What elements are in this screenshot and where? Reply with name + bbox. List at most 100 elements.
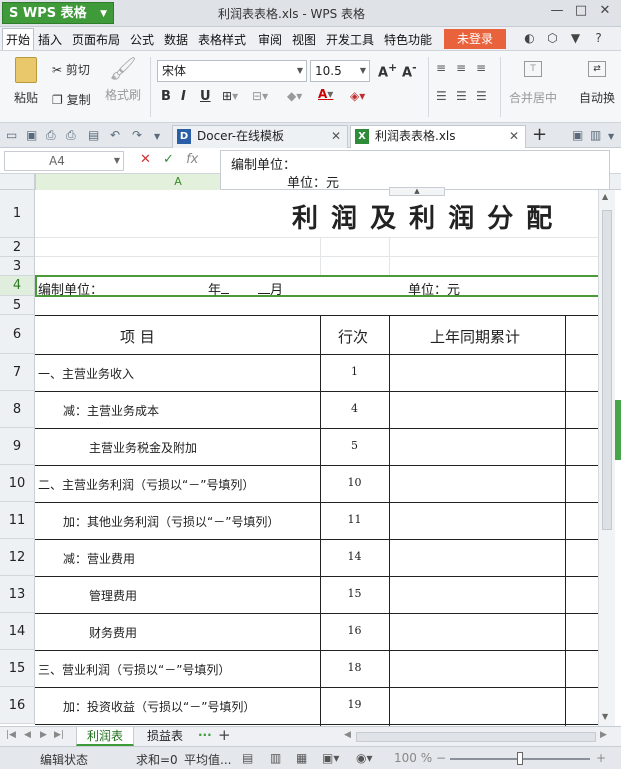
align-center-button[interactable]: ☰ [456,89,467,103]
chevron-down-icon[interactable]: ▼ [608,132,614,141]
redo-icon[interactable]: ↷ [132,128,142,142]
shirt-icon[interactable]: ▼ [564,31,587,45]
print-preview-icon[interactable]: ⎙ [46,128,56,143]
zoom-out-icon[interactable]: − [436,751,446,765]
sheet-tab-income[interactable]: 损益表 [136,727,194,746]
zoom-slider-handle[interactable] [517,752,523,765]
name-box[interactable]: A4 ▼ [4,151,124,171]
row-header-14[interactable]: 14 [0,613,35,650]
select-all-corner[interactable] [0,174,35,190]
bold-button[interactable]: B [161,89,171,104]
hscroll-left-icon[interactable]: ◀ [344,730,351,740]
italic-button[interactable]: I [181,89,186,104]
row-header-15[interactable]: 15 [0,650,35,687]
side-panel-toggle[interactable] [615,400,621,460]
row-header-9[interactable]: 9 [0,428,35,465]
hscroll-right-icon[interactable]: ▶ [600,730,607,740]
zoom-in-icon[interactable]: + [596,751,606,765]
row-header-6[interactable]: 6 [0,315,35,354]
first-sheet-icon[interactable]: |◀ [6,730,16,740]
row-header-5[interactable]: 5 [0,296,35,315]
tab-features[interactable]: 特色功能 [384,31,432,48]
tab-page-layout[interactable]: 页面布局 [72,31,120,48]
skin-icon[interactable]: ◐ [518,31,541,45]
question-icon[interactable]: ? [587,31,610,45]
row-header-1[interactable]: 1 [0,190,35,238]
row-header-8[interactable]: 8 [0,391,35,428]
close-button[interactable]: ✕ [593,3,617,18]
fill-color-button[interactable]: ◆▾ [287,89,302,103]
copy-button[interactable]: ❐ 复制 [52,91,91,108]
row-header-3[interactable]: 3 [0,257,35,276]
list-icon[interactable]: ▥ [590,128,601,142]
eye-protect-icon[interactable]: ◉▾ [356,751,373,765]
clear-format-button[interactable]: ◈▾ [350,89,365,103]
maximize-button[interactable]: □ [569,3,593,18]
page-break-icon[interactable]: ▦ [296,751,307,765]
read-mode-icon[interactable]: ▣▾ [322,751,339,765]
new-tab-icon[interactable]: + [532,124,547,145]
tab-table-style[interactable]: 表格样式 [198,31,246,48]
undo-icon[interactable]: ↶ [110,128,120,142]
tab-review[interactable]: 审阅 [258,31,282,48]
page-layout-icon[interactable]: ▥ [270,751,281,765]
tab-view[interactable]: 视图 [292,31,316,48]
font-size-select[interactable]: 10.5 ▼ [310,60,370,82]
row-header-10[interactable]: 10 [0,465,35,502]
save-icon[interactable]: ▣ [26,128,37,142]
row-header-16[interactable]: 16 [0,687,35,724]
shrink-font-button[interactable]: A- [402,61,417,80]
font-color-button[interactable]: A▾ [318,87,333,101]
close-icon[interactable]: ✕ [509,126,519,147]
tab-insert[interactable]: 插入 [38,31,62,48]
selected-row-4[interactable] [35,275,598,297]
underline-button[interactable]: U [200,89,211,104]
cut-button[interactable]: ✂ 剪切 [52,61,90,78]
more-sheets-icon[interactable]: ··· [198,728,212,742]
tab-data[interactable]: 数据 [164,31,188,48]
row-header-13[interactable]: 13 [0,576,35,613]
cancel-icon[interactable]: ✕ [140,152,151,167]
align-right-button[interactable]: ☰ [476,89,487,103]
export-pdf-icon[interactable]: ▤ [88,128,99,142]
tab-current-workbook[interactable]: X 利润表表格.xls ✕ [350,125,526,148]
app-menu-button[interactable]: S WPS 表格 ▼ [2,2,114,24]
align-bottom-button[interactable]: ≡ [476,61,486,75]
border-button[interactable]: ⊞▾ [222,89,238,103]
tab-developer[interactable]: 开发工具 [326,31,374,48]
add-sheet-icon[interactable]: + [218,726,231,744]
sheet-tab-profit[interactable]: 利润表 [76,727,134,746]
align-middle-button[interactable]: ≡ [456,61,466,75]
login-button[interactable]: 未登录 [444,29,506,49]
chevron-down-icon[interactable]: ▼ [154,132,160,141]
print-icon[interactable]: ⎙ [66,128,76,143]
row-header-12[interactable]: 12 [0,539,35,576]
row-header-11[interactable]: 11 [0,502,35,539]
spreadsheet-grid[interactable]: 1 2 3 4 5 6 利 润 及 利 润 分 配 编制单位： 年 月 单位：元… [0,190,598,726]
function-icon[interactable]: fx [186,152,198,167]
help-icon[interactable]: ⬡ [541,31,564,45]
next-sheet-icon[interactable]: ▶ [40,730,47,740]
paste-button[interactable]: 粘贴 [6,57,46,106]
wrap-text-button[interactable]: ⇄ 自动换 [574,61,620,106]
align-top-button[interactable]: ≡ [436,61,446,75]
scroll-up-icon[interactable]: ▲ [602,192,608,201]
tab-home[interactable]: 开始 [2,28,35,50]
zoom-level[interactable]: 100 % [394,751,432,765]
horizontal-scrollbar[interactable] [356,732,596,742]
scrollbar-thumb[interactable] [602,210,612,530]
last-sheet-icon[interactable]: ▶| [54,730,64,740]
cell-style-button[interactable]: ⊟▾ [252,89,268,103]
tab-docer-templates[interactable]: D Docer-在线模板 ✕ [172,125,348,148]
format-painter-button[interactable]: 🖌 格式刷 [102,57,144,103]
confirm-icon[interactable]: ✓ [163,152,174,167]
row-header-4[interactable]: 4 [0,276,35,296]
window-icon[interactable]: ▣ [572,128,583,142]
scroll-down-icon[interactable]: ▼ [602,712,608,721]
normal-view-icon[interactable]: ▤ [242,751,253,765]
row-header-7[interactable]: 7 [0,354,35,391]
row-header-2[interactable]: 2 [0,238,35,257]
close-icon[interactable]: ✕ [331,126,341,147]
folder-icon[interactable]: ▭ [6,128,17,142]
merge-center-button[interactable]: T 合并居中 [506,61,560,106]
